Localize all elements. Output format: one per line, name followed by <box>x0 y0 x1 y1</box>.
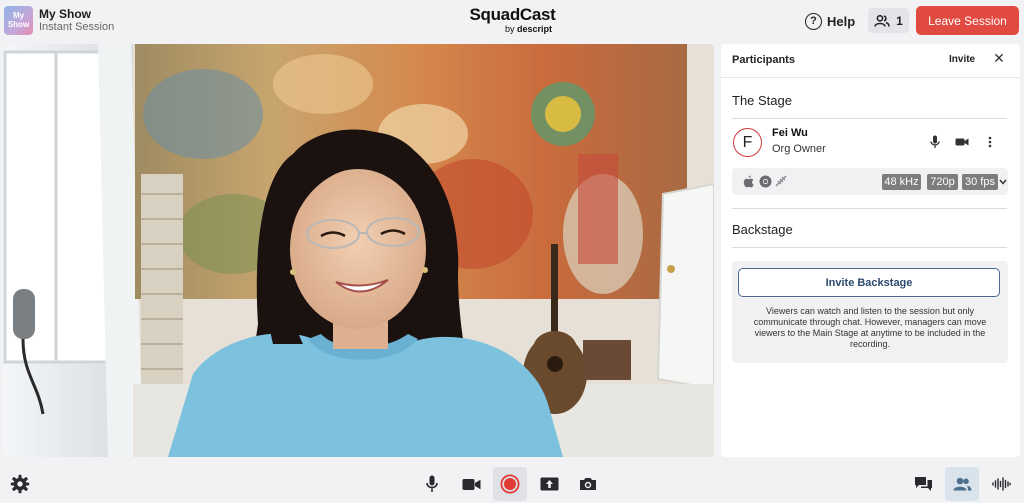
logo-wordmark: SquadCast <box>469 5 556 24</box>
share-screen-button[interactable] <box>532 467 566 501</box>
video-feed <box>3 44 714 457</box>
help-icon: ? <box>805 12 822 30</box>
framerate-badge: 30 fps <box>962 174 998 190</box>
panel-divider <box>721 77 1020 78</box>
camera-icon <box>462 478 480 490</box>
participant-camera-icon[interactable] <box>955 135 969 149</box>
help-label: Help <box>827 13 856 29</box>
backstage-description: Viewers can watch and listen to the sess… <box>753 306 987 349</box>
close-icon[interactable]: ✕ <box>992 51 1006 65</box>
panel-title: Participants <box>732 54 795 66</box>
participant-mic-icon[interactable] <box>928 135 942 149</box>
settings-button[interactable] <box>3 467 37 501</box>
invite-link[interactable]: Invite <box>949 54 975 65</box>
bottom-toolbar <box>0 465 1024 503</box>
microphone-button[interactable] <box>415 467 449 501</box>
participant-name: Fei Wu <box>772 127 808 139</box>
participant-stats-bar: 48 kHz 720p 30 fps <box>732 168 1008 195</box>
stage-divider <box>732 118 1007 119</box>
camera-button[interactable] <box>454 467 488 501</box>
chevron-down-icon[interactable] <box>999 179 1007 185</box>
microphone-icon <box>426 475 438 492</box>
invite-backstage-button[interactable]: Invite Backstage <box>738 268 1000 297</box>
leave-session-button[interactable]: Leave Session <box>916 6 1019 35</box>
apple-icon <box>743 175 754 188</box>
snapshot-icon <box>580 478 596 490</box>
stage-section-title: The Stage <box>732 93 792 108</box>
section-divider <box>732 208 1007 209</box>
squadcast-logo: SquadCast by descript <box>465 5 560 35</box>
snapshot-button[interactable] <box>571 467 605 501</box>
show-thumbnail[interactable]: My Show <box>4 6 33 35</box>
logo-brand: descript <box>516 24 552 34</box>
resolution-badge: 720p <box>927 174 958 190</box>
backstage-divider <box>732 247 1007 248</box>
backstage-section-title: Backstage <box>732 222 793 237</box>
avatar: F <box>733 128 762 157</box>
participants-toggle-button[interactable]: 1 <box>868 8 909 33</box>
logo-byline: by descript <box>465 24 560 34</box>
connection-icon <box>775 175 787 187</box>
logo-by-text: by <box>504 24 515 34</box>
chrome-icon <box>759 175 772 188</box>
audio-levels-button[interactable] <box>984 467 1018 501</box>
people-icon <box>874 14 890 27</box>
participants-panel-button[interactable] <box>945 467 979 501</box>
show-title: My Show <box>39 7 92 21</box>
sample-rate-badge: 48 kHz <box>882 174 921 190</box>
session-subtitle: Instant Session <box>39 21 115 33</box>
help-button[interactable]: ? Help <box>805 10 855 32</box>
video-frame <box>3 44 714 457</box>
participant-count: 1 <box>896 13 903 28</box>
participant-more-icon[interactable] <box>983 135 997 149</box>
share-upload-icon <box>540 477 558 491</box>
record-button[interactable] <box>493 467 527 501</box>
backstage-box: Invite Backstage Viewers can watch and l… <box>732 261 1008 363</box>
participants-panel: Participants Invite ✕ The Stage F Fei Wu… <box>721 44 1020 457</box>
settings-icon <box>10 474 30 494</box>
chat-button[interactable] <box>906 467 940 501</box>
chat-icon <box>914 477 932 491</box>
top-header: My Show My Show Instant Session SquadCas… <box>0 0 1024 42</box>
audio-levels-icon <box>991 477 1011 491</box>
panel-header: Participants Invite ✕ <box>721 44 1020 77</box>
record-icon <box>500 474 520 494</box>
participant-role: Org Owner <box>772 143 826 155</box>
participants-icon <box>953 477 971 491</box>
